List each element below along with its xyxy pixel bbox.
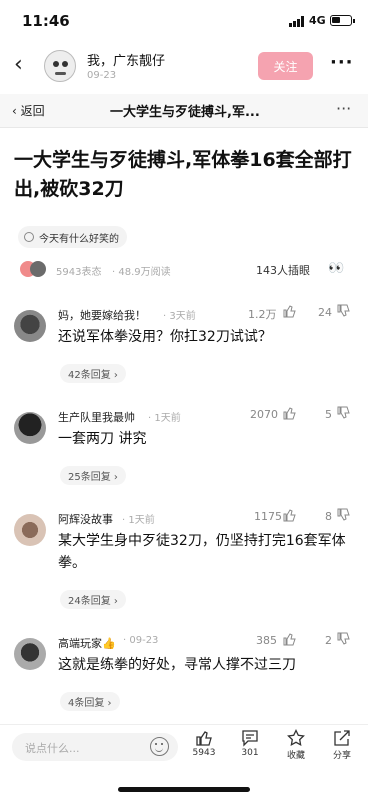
- thumbs-down-icon[interactable]: [336, 304, 350, 318]
- comment-dislike-count: 8: [325, 510, 332, 523]
- comment-replies-button[interactable]: 25条回复 ›: [60, 466, 126, 485]
- comment-time: · 1天前: [122, 515, 155, 526]
- author-avatar[interactable]: [44, 50, 76, 82]
- network-label: 4G: [309, 14, 326, 27]
- comment-replies-button[interactable]: 4条回复 ›: [60, 692, 120, 711]
- comment-replies-button[interactable]: 42条回复 ›: [60, 364, 126, 383]
- comment-input-placeholder: 说点什么...: [25, 742, 80, 755]
- battery-icon: [330, 15, 355, 26]
- topic-tag[interactable]: 今天有什么好笑的: [18, 226, 127, 248]
- comment-item: 生产队里我最帅 · 1天前 2070 5 一套两刀 讲究 25条回复 ›: [0, 402, 368, 517]
- comment-username[interactable]: 妈，她要嫁给我！: [58, 307, 146, 323]
- thumbs-up-icon[interactable]: [282, 304, 296, 318]
- status-time: 11:46: [22, 12, 70, 30]
- like-action-count: 5943: [192, 748, 216, 758]
- star-icon: [287, 729, 305, 747]
- commenter-avatar[interactable]: [14, 514, 46, 546]
- nav-title: 一大学生与歹徒搏斗,军...: [110, 105, 260, 120]
- commenter-avatar[interactable]: [14, 638, 46, 670]
- post-date: 09-23: [87, 70, 117, 81]
- collect-action-button[interactable]: 收藏: [276, 729, 316, 769]
- collect-action-label: 收藏: [286, 751, 305, 761]
- commenter-avatar[interactable]: [14, 412, 46, 444]
- commenter-avatar[interactable]: [14, 310, 46, 342]
- reaction-stats: 5943表态 · 48.9万阅读 143人插眼 👀: [20, 259, 350, 281]
- read-count: · 48.9万阅读: [112, 267, 171, 278]
- emoji-icon[interactable]: [150, 737, 169, 756]
- comment-time: · 09-23: [123, 635, 159, 646]
- comment-action-count: 301: [241, 748, 259, 758]
- comment-username[interactable]: 生产队里我最帅: [58, 409, 135, 425]
- follow-button[interactable]: 关注: [258, 52, 313, 80]
- thumbs-up-icon[interactable]: [282, 406, 296, 420]
- comment-text: 某大学生身中歹徒32刀，仍坚持打完16套军体拳。: [58, 533, 346, 571]
- nav-back-label: 返回: [20, 104, 45, 118]
- nav-more-icon[interactable]: ···: [336, 99, 351, 118]
- comment-like-count: 385: [256, 634, 277, 647]
- thumbs-up-icon: [196, 731, 212, 746]
- more-options-icon[interactable]: ···: [330, 52, 354, 73]
- reaction-count: 5943表态: [56, 267, 102, 278]
- topic-icon: [24, 232, 34, 242]
- eye-icon[interactable]: 👀: [328, 261, 344, 276]
- thumbs-down-icon[interactable]: [336, 508, 350, 522]
- thumbs-up-icon[interactable]: [282, 508, 296, 522]
- thumbs-down-icon[interactable]: [336, 632, 350, 646]
- nav-back-button[interactable]: ‹ 返回: [12, 102, 45, 119]
- comment-like-count: 1175: [254, 510, 282, 523]
- comment-dislike-count: 24: [318, 306, 332, 319]
- comment-replies-button[interactable]: 24条回复 ›: [60, 590, 126, 609]
- share-action-label: 分享: [332, 751, 351, 761]
- comment-username[interactable]: 阿辉没故事: [58, 511, 113, 527]
- reaction-emoji-icon[interactable]: [20, 261, 48, 277]
- comment-action-button[interactable]: 301: [230, 729, 270, 769]
- topic-label: 今天有什么好笑的: [39, 233, 119, 245]
- back-arrow-icon[interactable]: ‹: [14, 52, 23, 77]
- comment-text: 这就是练拳的好处，寻常人撑不过三刀: [58, 657, 296, 673]
- author-name[interactable]: 我，广东靓仔: [87, 50, 165, 69]
- author-bar: ‹ 我，广东靓仔 09-23 关注 ···: [0, 44, 368, 88]
- insert-count: 143人插眼: [256, 264, 310, 277]
- bottom-action-bar: 说点什么... 5943 301 收藏 分享: [0, 724, 368, 770]
- signal-icon: [289, 16, 305, 27]
- thumbs-down-icon[interactable]: [336, 406, 350, 420]
- comment-like-count: 1.2万: [248, 308, 277, 321]
- article-headline: 一大学生与歹徒搏斗,军体拳16套全部打出,被砍32刀: [14, 149, 352, 200]
- comment-dislike-count: 5: [325, 408, 332, 421]
- article-nav-bar: ‹ 返回 一大学生与歹徒搏斗,军... ···: [0, 94, 368, 128]
- comment-username[interactable]: 高端玩家👍: [58, 635, 116, 651]
- comment-like-count: 2070: [250, 408, 278, 421]
- comment-item: 阿辉没故事 · 1天前 1175 8 某大学生身中歹徒32刀，仍坚持打完16套军…: [0, 504, 368, 619]
- comment-time: · 1天前: [148, 413, 181, 424]
- home-indicator[interactable]: [118, 787, 250, 792]
- thumbs-up-icon[interactable]: [282, 632, 296, 646]
- comment-text: 一套两刀 讲究: [58, 431, 147, 447]
- status-bar: 11:46 4G: [0, 0, 368, 38]
- comment-time: · 3天前: [163, 311, 196, 322]
- comment-icon: [242, 730, 258, 747]
- comment-input[interactable]: 说点什么...: [12, 733, 178, 761]
- comment-text: 还说军体拳没用？你扛32刀试试？: [58, 329, 272, 345]
- share-icon: [334, 730, 350, 746]
- share-action-button[interactable]: 分享: [322, 729, 362, 769]
- like-action-button[interactable]: 5943: [184, 729, 224, 769]
- comment-item: 妈，她要嫁给我！ · 3天前 1.2万 24 还说军体拳没用？你扛32刀试试？ …: [0, 300, 368, 415]
- comment-dislike-count: 2: [325, 634, 332, 647]
